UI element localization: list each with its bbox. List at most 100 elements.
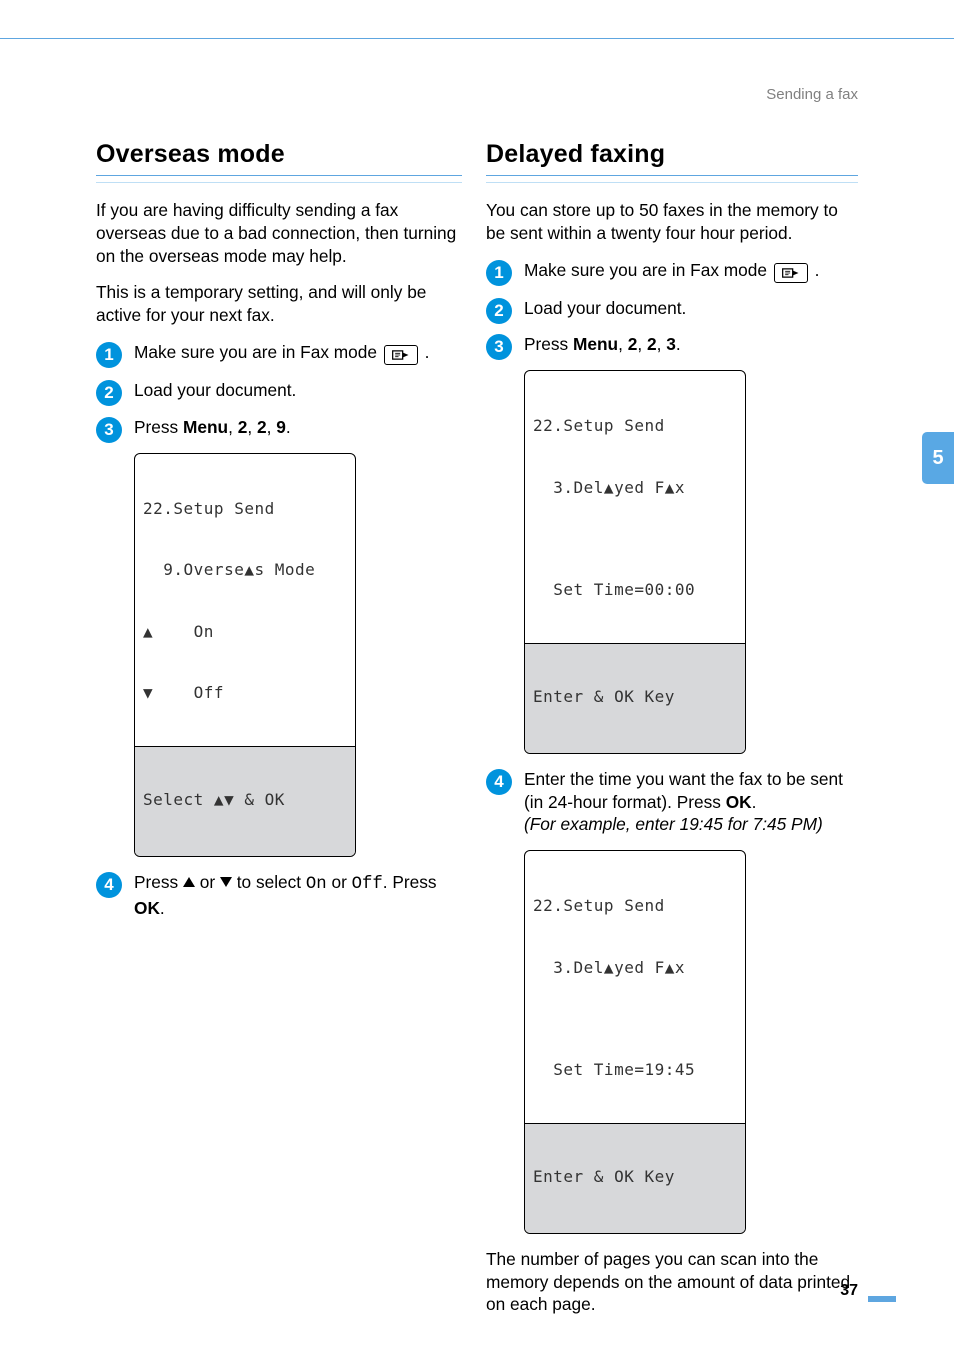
overseas-step-1: 1 Make sure you are in Fax mode .: [96, 341, 462, 371]
text: .: [676, 334, 681, 354]
right-column: Delayed faxing You can store up to 50 fa…: [486, 140, 858, 1330]
text: or: [327, 872, 352, 892]
text: ,: [228, 417, 238, 437]
overseas-para-1: If you are having difficulty sending a f…: [96, 199, 462, 267]
step-badge: 3: [96, 417, 122, 443]
lcd-display: 22.Setup Send 3.Del▲yed F▲x Set Time=19:…: [525, 851, 745, 1123]
lcd-line: 22.Setup Send: [533, 896, 737, 916]
lcd-line: Set Time=19:45: [533, 1060, 737, 1080]
text: Load your document.: [134, 379, 462, 402]
key-3: 3: [666, 334, 676, 354]
text: Make sure you are in Fax mode: [134, 342, 382, 362]
step-badge: 4: [96, 872, 122, 898]
menu-key: Menu: [573, 334, 618, 354]
chapter-tab: 5: [922, 432, 954, 484]
key-2: 2: [628, 334, 638, 354]
example-text: (For example, enter 19:45 for 7:45 PM): [524, 814, 823, 834]
step-badge: 2: [486, 298, 512, 324]
overseas-step-4: 4 Press or to select On or Off. Press OK…: [96, 871, 462, 926]
lcd-delayed-1: 22.Setup Send 3.Del▲yed F▲x Set Time=00:…: [524, 370, 746, 753]
lcd-line: 22.Setup Send: [143, 499, 347, 519]
lcd-line: ▲ On: [143, 622, 347, 642]
key-2: 2: [647, 334, 657, 354]
text: Make sure you are in Fax mode: [524, 260, 772, 280]
lcd-delayed-2: 22.Setup Send 3.Del▲yed F▲x Set Time=19:…: [524, 850, 746, 1233]
section-title-delayed: Delayed faxing: [486, 140, 858, 176]
section-title-overseas: Overseas mode: [96, 140, 462, 176]
text: .: [815, 260, 820, 280]
arrow-down-icon: [220, 877, 232, 887]
lcd-status-bar: Enter & OK Key: [525, 1123, 745, 1232]
text: . Press: [383, 872, 437, 892]
key-2: 2: [257, 417, 267, 437]
delayed-para-2: The number of pages you can scan into th…: [486, 1248, 858, 1316]
lcd-line: 3.Del▲yed F▲x: [533, 478, 737, 498]
lcd-overseas: 22.Setup Send 9.Overse▲s Mode ▲ On ▼ Off…: [134, 453, 356, 857]
lcd-line: Set Time=00:00: [533, 580, 737, 600]
fax-mode-icon: [774, 263, 808, 283]
text: ,: [657, 334, 667, 354]
text: .: [160, 898, 165, 918]
text: Press: [524, 334, 573, 354]
overseas-para-2: This is a temporary setting, and will on…: [96, 281, 462, 327]
lcd-status-bar: Select ▲▼ & OK: [135, 746, 355, 855]
lcd-display: 22.Setup Send 3.Del▲yed F▲x Set Time=00:…: [525, 371, 745, 643]
lcd-line: 3.Del▲yed F▲x: [533, 958, 737, 978]
text: Enter the time you want the fax to be se…: [524, 769, 843, 812]
delayed-step-3: 3 Press Menu, 2, 2, 3.: [486, 333, 858, 362]
delayed-step-4: 4 Enter the time you want the fax to be …: [486, 768, 858, 842]
lcd-display: 22.Setup Send 9.Overse▲s Mode ▲ On ▼ Off: [135, 454, 355, 747]
step-text: Press or to select On or Off. Press OK.: [134, 871, 462, 926]
ok-key: OK: [134, 898, 160, 918]
key-9: 9: [276, 417, 286, 437]
step-text: Press Menu, 2, 2, 3.: [524, 333, 858, 362]
text: ,: [618, 334, 628, 354]
text: .: [425, 342, 430, 362]
text: .: [752, 792, 757, 812]
lcd-line: Enter & OK Key: [533, 687, 737, 707]
text: or: [195, 872, 220, 892]
section-subrule: [486, 182, 858, 183]
fax-mode-icon: [384, 345, 418, 365]
lcd-line: Select ▲▼ & OK: [143, 790, 347, 810]
running-header: Sending a fax: [766, 86, 858, 103]
arrow-up-icon: [183, 877, 195, 887]
menu-key: Menu: [183, 417, 228, 437]
overseas-step-3: 3 Press Menu, 2, 2, 9.: [96, 416, 462, 445]
delayed-para-1: You can store up to 50 faxes in the memo…: [486, 199, 858, 245]
text: Press: [134, 872, 183, 892]
page-marker: [868, 1296, 896, 1302]
lcd-line: 9.Overse▲s Mode: [143, 560, 347, 580]
text: Load your document.: [524, 297, 858, 320]
step-text: Load your document.: [524, 297, 858, 326]
step-badge: 2: [96, 380, 122, 406]
step-text: Make sure you are in Fax mode .: [134, 341, 462, 371]
content-columns: Overseas mode If you are having difficul…: [96, 140, 858, 1330]
text: Press: [134, 417, 183, 437]
step-text: Make sure you are in Fax mode .: [524, 259, 858, 289]
option-off: Off: [352, 875, 383, 894]
step-badge: 4: [486, 769, 512, 795]
text: ,: [267, 417, 277, 437]
delayed-step-2: 2 Load your document.: [486, 297, 858, 326]
option-on: On: [306, 875, 327, 894]
lcd-line: Enter & OK Key: [533, 1167, 737, 1187]
left-column: Overseas mode If you are having difficul…: [96, 140, 462, 1330]
lcd-line: 22.Setup Send: [533, 416, 737, 436]
section-subrule: [96, 182, 462, 183]
ok-key: OK: [726, 792, 752, 812]
step-text: Press Menu, 2, 2, 9.: [134, 416, 462, 445]
step-badge: 3: [486, 334, 512, 360]
overseas-step-2: 2 Load your document.: [96, 379, 462, 408]
lcd-line: ▼ Off: [143, 683, 347, 703]
text: .: [286, 417, 291, 437]
step-text: Enter the time you want the fax to be se…: [524, 768, 858, 842]
step-text: Load your document.: [134, 379, 462, 408]
page-number: 37: [840, 1282, 858, 1300]
text: to select: [232, 872, 306, 892]
step-badge: 1: [486, 260, 512, 286]
top-rule: [0, 38, 954, 39]
text: ,: [637, 334, 647, 354]
key-2: 2: [238, 417, 248, 437]
text: ,: [247, 417, 257, 437]
